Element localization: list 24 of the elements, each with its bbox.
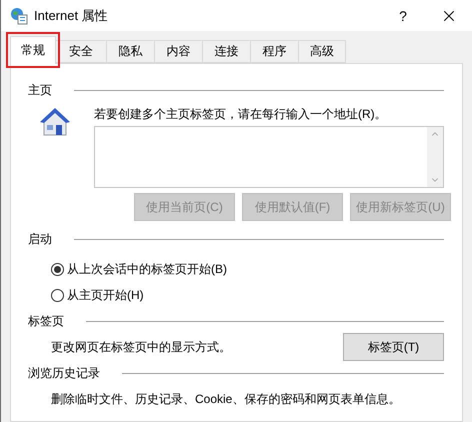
tabs-button[interactable]: 标签页(T) xyxy=(343,333,444,361)
address-field[interactable] xyxy=(94,126,444,188)
homepage-instruction: 若要创建多个主页标签页，请在每行输入一个地址(R)。 xyxy=(94,106,388,122)
group-title: 浏览历史记录 xyxy=(28,364,100,382)
radio-button[interactable] xyxy=(51,288,64,302)
startup-option[interactable]: 从主页开始(H) xyxy=(51,287,444,303)
tab[interactable]: 连接 xyxy=(202,40,251,63)
scrollbar[interactable] xyxy=(427,127,443,187)
tab[interactable]: 安全 xyxy=(55,40,107,63)
radio-button[interactable] xyxy=(51,262,64,276)
group-title: 标签页 xyxy=(28,312,64,330)
tab[interactable]: 高级 xyxy=(298,40,346,63)
globe-document-icon xyxy=(10,6,28,24)
house-icon xyxy=(38,106,72,138)
group-title: 主页 xyxy=(28,82,52,98)
tab[interactable]: 内容 xyxy=(154,40,203,63)
window-title: Internet 属性 xyxy=(34,6,109,24)
tab[interactable]: 程序 xyxy=(250,40,299,63)
startup-option[interactable]: 从上次会话中的标签页开始(B) xyxy=(51,261,444,277)
help-button[interactable]: ? xyxy=(380,8,426,24)
history-description: 删除临时文件、历史记录、Cookie、保存的密码和网页表单信息。 xyxy=(51,392,400,406)
tab[interactable]: 隐私 xyxy=(106,40,155,63)
tab-settings-description: 更改网页在标签页中的显示方式。 xyxy=(51,339,231,355)
group-title: 启动 xyxy=(28,230,52,248)
